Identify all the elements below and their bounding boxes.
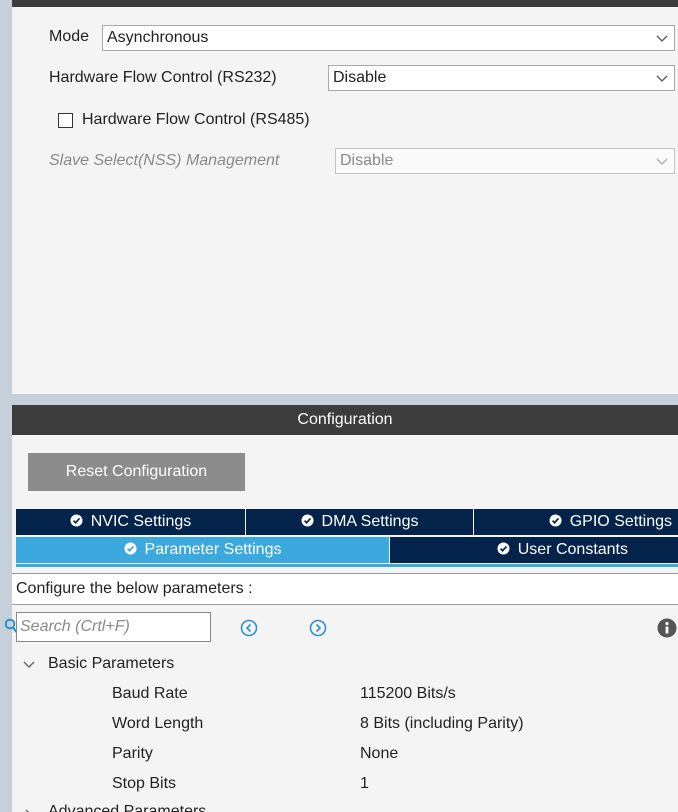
check-circle-icon (123, 542, 137, 555)
slave-select-label: Slave Select(NSS) Management (49, 152, 280, 169)
check-circle-icon (300, 514, 314, 527)
mode-select[interactable]: Asynchronous (102, 25, 675, 51)
configuration-header: Configuration (12, 405, 678, 435)
hw-flow-rs232-label: Hardware Flow Control (RS232) (49, 69, 277, 86)
previous-icon[interactable] (240, 619, 258, 637)
advanced-parameters-group[interactable]: Advanced Parameters (48, 803, 206, 812)
mode-panel: Mode Asynchronous Hardware Flow Control … (12, 0, 678, 394)
check-circle-icon (549, 514, 562, 527)
param-name[interactable]: Parity (112, 745, 153, 763)
slave-select-value: Disable (340, 152, 394, 169)
hw-flow-rs232-value: Disable (333, 69, 387, 86)
chevron-down-icon (656, 35, 668, 42)
param-value[interactable]: None (360, 745, 398, 763)
check-circle-icon (497, 542, 510, 555)
tab-nvic-settings[interactable]: NVIC Settings (16, 509, 245, 535)
check-circle-icon (70, 514, 83, 527)
tab-label: GPIO Settings (569, 513, 672, 530)
param-value[interactable]: 8 Bits (including Parity) (360, 715, 524, 733)
parameters-hint-bar: Configure the below parameters : (12, 573, 678, 605)
mode-label: Mode (49, 28, 90, 45)
tab-user-constants[interactable]: User Constants (390, 537, 678, 563)
basic-parameters-group[interactable]: Basic Parameters (48, 655, 174, 673)
param-value[interactable]: 1 (360, 775, 369, 793)
tab-label: Parameter Settings (144, 541, 282, 558)
param-name[interactable]: Baud Rate (112, 685, 188, 703)
tab-label: NVIC Settings (90, 513, 192, 530)
configuration-panel: Configuration Reset Configuration NVIC S… (4, 405, 678, 812)
chevron-down-icon (656, 158, 668, 165)
tab-label: DMA Settings (321, 513, 419, 530)
tab-dma-settings[interactable]: DMA Settings (246, 509, 473, 535)
reset-configuration-button[interactable]: Reset Configuration (28, 453, 245, 491)
tab-label: User Constants (517, 541, 628, 558)
chevron-down-icon (656, 75, 668, 82)
tab-underline (16, 564, 678, 567)
search-placeholder: Search (Crtl+F) (20, 618, 130, 635)
search-input[interactable]: Search (Crtl+F) (16, 612, 211, 642)
chevron-down-icon[interactable] (22, 659, 36, 671)
param-value[interactable]: 115200 Bits/s (360, 685, 456, 703)
tab-parameter-settings[interactable]: Parameter Settings (16, 537, 389, 563)
parameters-hint-text: Configure the below parameters : (16, 580, 253, 597)
mode-select-value: Asynchronous (107, 29, 209, 46)
hw-flow-rs485-label: Hardware Flow Control (RS485) (82, 111, 310, 128)
param-name[interactable]: Stop Bits (112, 775, 176, 793)
hw-flow-rs485-checkbox[interactable] (58, 113, 73, 128)
slave-select-select[interactable]: Disable (335, 148, 675, 174)
param-name[interactable]: Word Length (112, 715, 203, 733)
panel-top-border (12, 0, 678, 7)
info-icon[interactable] (657, 618, 677, 638)
hw-flow-rs232-select[interactable]: Disable (328, 65, 675, 91)
next-icon[interactable] (309, 619, 327, 637)
tab-gpio-settings[interactable]: GPIO Settings (474, 509, 678, 535)
